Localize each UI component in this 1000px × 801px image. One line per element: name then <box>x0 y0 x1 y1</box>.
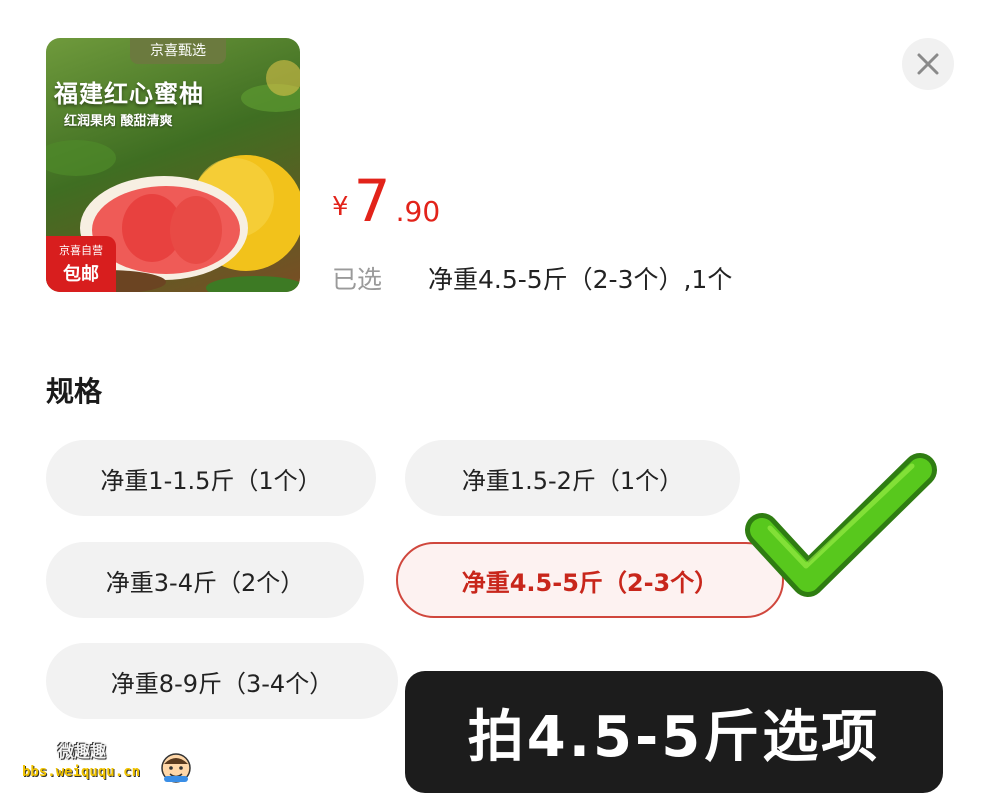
spec-option[interactable]: 净重1-1.5斤（1个） <box>46 440 376 516</box>
free-shipping-badge: 京喜自营 包邮 <box>46 236 116 292</box>
spec-option[interactable]: 净重3-4斤（2个） <box>46 542 364 618</box>
spec-section-title: 规格 <box>46 375 103 408</box>
price-integer: 7 <box>353 167 391 235</box>
sku-selector-sheet: 京喜甄选 福建红心蜜柚 红润果肉 酸甜清爽 京喜自营 包邮 ¥ 7 .90 已选… <box>0 0 1000 801</box>
watermark-url: bbs.weiququ.cn <box>22 764 141 780</box>
price-decimal: .90 <box>395 195 441 228</box>
watermark-avatar-icon <box>161 753 191 783</box>
brand-tag: 京喜甄选 <box>130 38 226 64</box>
selected-value: 净重4.5-5斤（2-3个）,1个 <box>427 265 733 294</box>
spec-option-selected[interactable]: 净重4.5-5斤（2-3个） <box>396 542 784 618</box>
selected-label: 已选 <box>332 265 383 294</box>
close-icon <box>917 53 939 75</box>
product-thumbnail: 京喜甄选 福建红心蜜柚 红润果肉 酸甜清爽 京喜自营 包邮 <box>46 38 300 292</box>
price-symbol: ¥ <box>332 192 349 222</box>
spec-option[interactable]: 净重8-9斤（3-4个） <box>46 643 398 719</box>
product-image-title: 福建红心蜜柚 <box>54 80 204 108</box>
badge-line2: 包邮 <box>63 264 99 285</box>
watermark-text: 微趣趣 <box>58 742 107 761</box>
price: ¥ 7 .90 <box>332 172 440 230</box>
close-button[interactable] <box>902 38 954 90</box>
product-image-tagline: 红润果肉 酸甜清爽 <box>64 114 173 129</box>
spec-option[interactable]: 净重1.5-2斤（1个） <box>405 440 740 516</box>
caption-banner: 拍4.5-5斤选项 <box>405 671 943 793</box>
selected-summary: 已选 净重4.5-5斤（2-3个）,1个 <box>332 260 732 296</box>
badge-line1: 京喜自营 <box>59 244 103 257</box>
green-checkmark-icon <box>745 453 937 597</box>
